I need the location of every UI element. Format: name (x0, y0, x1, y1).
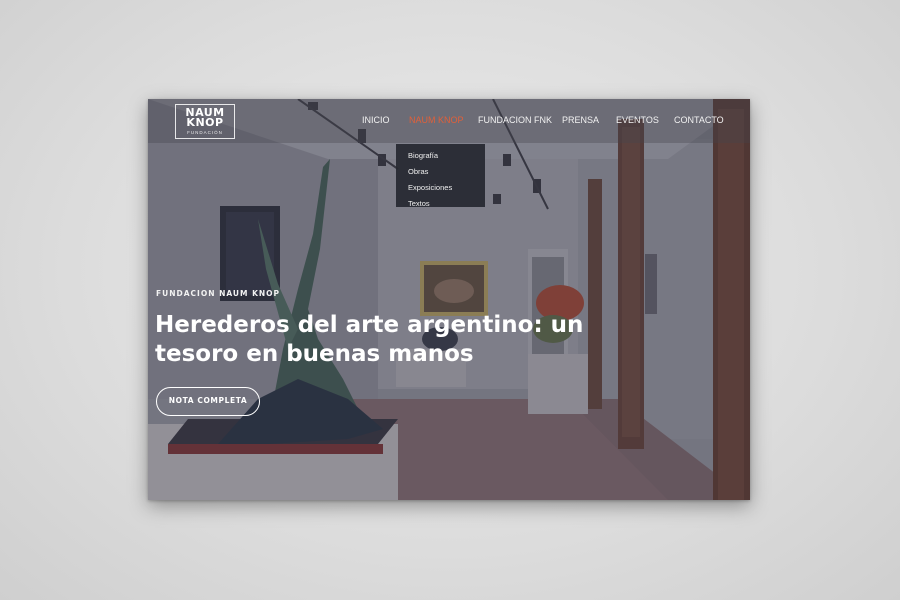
website-screenshot: NAUM KNOP FUNDACIÓN INICIO NAUM KNOP FUN… (148, 99, 750, 500)
dropdown-item-biografia[interactable]: Biografía (408, 148, 485, 164)
hero-eyebrow: FUNDACION NAUM KNOP (156, 289, 281, 298)
nota-completa-button[interactable]: NOTA COMPLETA (156, 387, 260, 416)
nav-item-fundacion-fnk[interactable]: FUNDACION FNK (478, 115, 552, 125)
main-menu: INICIO NAUM KNOP FUNDACION FNK PRENSA EV… (148, 115, 750, 129)
nav-item-contacto[interactable]: CONTACTO (674, 115, 724, 125)
nav-item-prensa[interactable]: PRENSA (562, 115, 599, 125)
naum-knop-dropdown-menu: Biografía Obras Exposiciones Textos (396, 144, 485, 208)
top-navigation-bar: NAUM KNOP FUNDACIÓN INICIO NAUM KNOP FUN… (148, 99, 750, 143)
logo-line-3: FUNDACIÓN (187, 130, 223, 135)
dropdown-item-exposiciones[interactable]: Exposiciones (408, 180, 485, 196)
dropdown-item-obras[interactable]: Obras (408, 164, 485, 180)
dropdown-item-textos[interactable]: Textos (408, 196, 485, 212)
nav-item-inicio[interactable]: INICIO (362, 115, 390, 125)
nav-item-eventos[interactable]: EVENTOS (616, 115, 659, 125)
nav-item-naum-knop[interactable]: NAUM KNOP (409, 115, 464, 125)
hero-headline: Herederos del arte argentino: un tesoro … (155, 312, 584, 367)
